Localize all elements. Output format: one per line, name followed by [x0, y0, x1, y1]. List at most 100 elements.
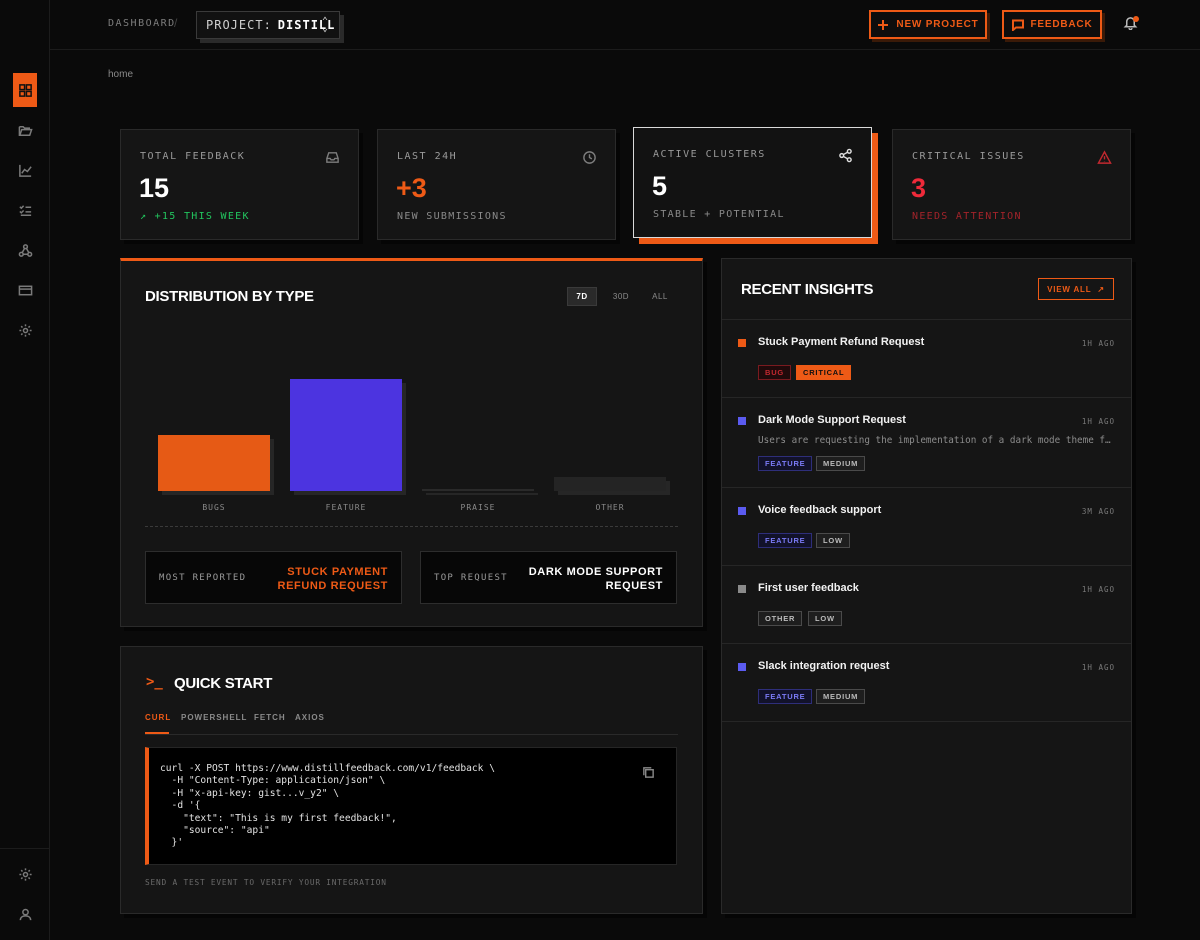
sidebar-divider: [0, 848, 50, 849]
sidebar-item-analytics[interactable]: [13, 158, 37, 182]
notifications-button[interactable]: [1123, 15, 1139, 31]
bar-praise[interactable]: [422, 489, 534, 491]
quickstart-title: QUICK START: [174, 675, 273, 692]
insight-item[interactable]: First user feedback 1H AGO OTHER LOW: [722, 566, 1131, 644]
stat-value: +3: [396, 173, 427, 203]
inbox-icon: [325, 150, 340, 165]
feedback-button[interactable]: FEEDBACK: [1002, 10, 1102, 39]
tag-other: OTHER: [758, 611, 803, 626]
tab-fetch[interactable]: FETCH: [254, 713, 286, 722]
x-tick-label: FEATURE: [325, 503, 367, 512]
insight-item[interactable]: Stuck Payment Refund Request 1H AGO BUG …: [722, 320, 1131, 398]
credit-card-icon: [18, 285, 32, 295]
bar-feature[interactable]: [290, 379, 402, 491]
tag-medium: MEDIUM: [816, 689, 866, 704]
insight-title: Stuck Payment Refund Request: [758, 336, 925, 348]
tag-critical: CRITICAL: [796, 365, 852, 380]
x-tick-label: BUGS: [202, 503, 226, 512]
insight-item[interactable]: Dark Mode Support Request 1H AGO Users a…: [722, 398, 1131, 488]
most-reported-label: MOST REPORTED: [159, 573, 247, 583]
tab-powershell[interactable]: POWERSHELL: [181, 713, 247, 722]
insights-panel: RECENT INSIGHTS VIEW ALL ↗ Stuck Payment…: [721, 258, 1132, 914]
bar-bugs[interactable]: [158, 435, 270, 491]
sidebar-bottom-settings[interactable]: [13, 862, 37, 886]
new-project-button[interactable]: NEW PROJECT: [869, 10, 987, 39]
top-request-box: TOP REQUEST DARK MODE SUPPORT REQUEST: [420, 551, 677, 604]
line-chart-icon: [18, 164, 32, 177]
distribution-title: DISTRIBUTION BY TYPE: [145, 288, 314, 305]
view-all-label: VIEW ALL: [1047, 284, 1092, 294]
stat-sub: STABLE + POTENTIAL: [653, 209, 785, 220]
clock-icon: [582, 150, 597, 165]
sidebar-bottom-account[interactable]: [13, 902, 37, 926]
project-selector[interactable]: PROJECT: DISTILL ⌃ ⌄: [196, 11, 340, 39]
insight-type-marker: [738, 507, 746, 515]
insight-item[interactable]: Voice feedback support 3M AGO FEATURE LO…: [722, 488, 1131, 566]
stat-trend-text: +15 THIS WEEK: [154, 211, 250, 222]
settings-icon: [18, 867, 32, 881]
stat-trend: ↗ +15 THIS WEEK: [140, 211, 250, 222]
tag-medium: MEDIUM: [816, 456, 866, 471]
insight-type-marker: [738, 339, 746, 347]
quickstart-panel: >_ QUICK START CURL POWERSHELL FETCH AXI…: [120, 646, 703, 914]
plus-icon: [878, 19, 889, 30]
stat-card-total-feedback: TOTAL FEEDBACK 15 ↗ +15 THIS WEEK: [120, 129, 359, 240]
bar-other[interactable]: [554, 477, 666, 491]
insight-time: 3M AGO: [1081, 507, 1115, 516]
code-snippet: curl -X POST https://www.distillfeedback…: [160, 763, 496, 849]
insight-time: 1H AGO: [1081, 663, 1115, 672]
top-request-value: DARK MODE SUPPORT REQUEST: [528, 566, 663, 592]
settings-icon: [18, 323, 32, 337]
stat-value: 5: [652, 171, 668, 201]
chevron-up-down-icon: ⌃ ⌄: [321, 16, 329, 34]
message-square-icon: [1011, 19, 1024, 31]
user-icon: [19, 908, 31, 920]
insight-title: Voice feedback support: [758, 504, 882, 516]
insight-time: 1H AGO: [1081, 339, 1115, 348]
share-icon: [838, 148, 853, 163]
sidebar-item-tasks[interactable]: [13, 198, 37, 222]
stat-card-last-24h: LAST 24H +3 NEW SUBMISSIONS: [377, 129, 616, 240]
breadcrumb[interactable]: DASHBOARD: [108, 18, 176, 29]
breadcrumb-separator: /: [174, 16, 178, 30]
insight-item[interactable]: Slack integration request 1H AGO FEATURE…: [722, 644, 1131, 722]
stat-label: TOTAL FEEDBACK: [140, 151, 246, 162]
range-30d[interactable]: 30D: [606, 287, 636, 306]
topbar: DASHBOARD / PROJECT: DISTILL ⌃ ⌄ NEW PROJ…: [50, 0, 1200, 50]
range-7d[interactable]: 7D: [567, 287, 597, 306]
tab-axios[interactable]: AXIOS: [295, 713, 325, 722]
range-all[interactable]: ALL: [645, 287, 675, 306]
sidebar-item-billing[interactable]: [13, 278, 37, 302]
webhook-icon: [18, 243, 32, 257]
insight-title: First user feedback: [758, 582, 859, 594]
arrow-up-right-icon: ↗: [1097, 284, 1105, 294]
chart-divider: [145, 526, 678, 527]
stat-card-critical-issues: CRITICAL ISSUES 3 NEEDS ATTENTION: [892, 129, 1131, 240]
tag-feature: FEATURE: [758, 689, 813, 704]
grid-icon: [18, 83, 32, 97]
code-block[interactable]: curl -X POST https://www.distillfeedback…: [145, 747, 677, 865]
sidebar-item-dashboard[interactable]: [13, 73, 37, 107]
tag-bug: BUG: [758, 365, 792, 380]
stat-value: 3: [911, 173, 927, 203]
view-all-button[interactable]: VIEW ALL ↗: [1038, 278, 1114, 300]
copy-icon[interactable]: [642, 766, 655, 779]
stat-label: ACTIVE CLUSTERS: [653, 149, 766, 160]
most-reported-box: MOST REPORTED STUCK PAYMENT REFUND REQUE…: [145, 551, 402, 604]
sidebar-item-settings[interactable]: [13, 318, 37, 342]
checklist-icon: [18, 204, 31, 216]
sidebar-item-projects[interactable]: [13, 118, 37, 142]
insight-type-marker: [738, 417, 746, 425]
page-crumb: home: [108, 69, 134, 80]
insight-title: Slack integration request: [758, 660, 890, 672]
tag-feature: FEATURE: [758, 533, 813, 548]
sidebar-item-webhooks[interactable]: [13, 238, 37, 262]
active-tab-underline: [145, 732, 169, 734]
tabs-divider: [145, 734, 678, 735]
tag-low: LOW: [816, 533, 850, 548]
distribution-panel: DISTRIBUTION BY TYPE 7D 30D ALL BUGS FEAT…: [120, 258, 703, 627]
tab-curl[interactable]: CURL: [145, 713, 171, 722]
sidebar: [0, 0, 50, 940]
stat-label: CRITICAL ISSUES: [912, 151, 1025, 162]
alert-triangle-icon: [1097, 150, 1112, 165]
